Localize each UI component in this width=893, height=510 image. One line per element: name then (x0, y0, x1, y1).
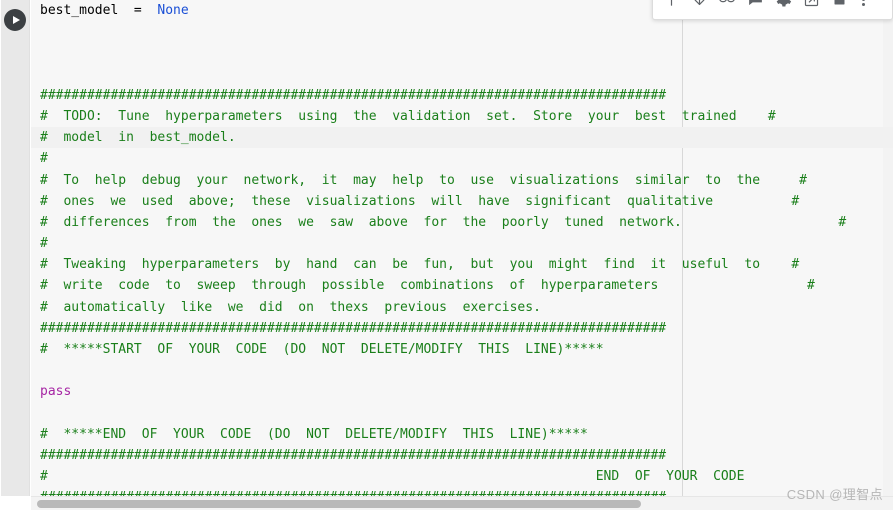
code-token: ########################################… (40, 320, 667, 336)
code-line[interactable] (31, 42, 893, 63)
code-line[interactable] (31, 21, 893, 42)
code-line[interactable]: # END OF YOUR CODE (31, 466, 893, 487)
code-token: # (40, 151, 48, 167)
code-line[interactable]: # *****END OF YOUR CODE (DO NOT DELETE/M… (31, 424, 893, 445)
code-token: # To help debug your network, it may hel… (40, 172, 808, 188)
code-editor[interactable]: best_model = None ######################… (31, 0, 893, 496)
code-token: best_model = (40, 3, 158, 18)
screenshot-root: best_model = None ######################… (0, 0, 893, 510)
move-cell-up-icon[interactable] (657, 0, 685, 18)
code-line[interactable]: # Tweaking hyperparameters by hand can b… (31, 254, 893, 275)
code-token: # write code to sweep through possible c… (40, 278, 815, 294)
code-token: None (157, 3, 189, 18)
code-line[interactable]: # automatically like we did on thexs pre… (31, 297, 893, 318)
code-token: pass (40, 384, 72, 400)
code-token: # (40, 236, 48, 252)
code-line[interactable]: # (31, 148, 893, 169)
cell-action-toolbar (652, 0, 893, 20)
cell-gutter (0, 0, 30, 496)
code-line[interactable]: ########################################… (31, 85, 893, 106)
code-line[interactable]: # differences from the ones we saw above… (31, 212, 893, 233)
watermark: CSDN @理智点 (786, 487, 883, 502)
move-cell-down-icon[interactable] (685, 0, 713, 18)
code-token: # TODO: Tune hyperparameters using the v… (40, 108, 776, 124)
code-line[interactable]: # model in best_model. (31, 127, 893, 149)
code-line[interactable]: pass (31, 381, 893, 402)
code-token: # automatically like we did on thexs pre… (40, 299, 541, 315)
code-line[interactable]: ########################################… (31, 318, 893, 339)
code-line[interactable]: ########################################… (31, 445, 893, 466)
code-token: # Tweaking hyperparameters by hand can b… (40, 257, 800, 273)
code-line[interactable]: # (31, 233, 893, 254)
horizontal-scrollbar-thumb[interactable] (37, 500, 641, 508)
open-in-new-tab-icon[interactable] (797, 0, 825, 18)
code-line[interactable]: # TODO: Tune hyperparameters using the v… (31, 106, 893, 127)
play-icon (12, 16, 20, 24)
dot (861, 2, 865, 6)
code-line[interactable]: # To help debug your network, it may hel… (31, 170, 893, 191)
left-page-edge (0, 0, 1, 510)
notebook-code-cell: best_model = None ######################… (0, 0, 893, 510)
add-comment-icon[interactable] (741, 0, 769, 18)
code-token: # END OF YOUR CODE (40, 469, 745, 485)
code-token: # *****END OF YOUR CODE (DO NOT DELETE/M… (40, 426, 588, 442)
code-line[interactable]: # *****START OF YOUR CODE (DO NOT DELETE… (31, 339, 893, 360)
run-cell-button[interactable] (4, 9, 26, 31)
code-token: ########################################… (40, 447, 667, 463)
horizontal-scrollbar[interactable] (31, 496, 893, 510)
code-token: # *****START OF YOUR CODE (DO NOT DELETE… (40, 342, 604, 357)
delete-cell-icon[interactable] (825, 0, 853, 18)
code-token: ########################################… (40, 87, 667, 103)
code-token: # ones we used above; these visualizatio… (40, 193, 800, 209)
code-line[interactable] (31, 360, 893, 381)
code-line[interactable] (31, 403, 893, 424)
link-to-cell-icon[interactable] (713, 0, 741, 18)
code-line[interactable] (31, 64, 893, 85)
cell-settings-icon[interactable] (769, 0, 797, 18)
code-line[interactable]: # ones we used above; these visualizatio… (31, 191, 893, 212)
code-text[interactable]: best_model = None ######################… (31, 0, 893, 496)
more-cell-actions-button[interactable] (853, 0, 873, 18)
code-token: # model in best_model. (40, 130, 236, 146)
dot (861, 0, 865, 1)
code-line[interactable]: # write code to sweep through possible c… (31, 275, 893, 296)
code-token: # differences from the ones we saw above… (40, 214, 847, 230)
code-line[interactable]: ########################################… (31, 487, 893, 496)
code-token: ########################################… (40, 490, 666, 496)
